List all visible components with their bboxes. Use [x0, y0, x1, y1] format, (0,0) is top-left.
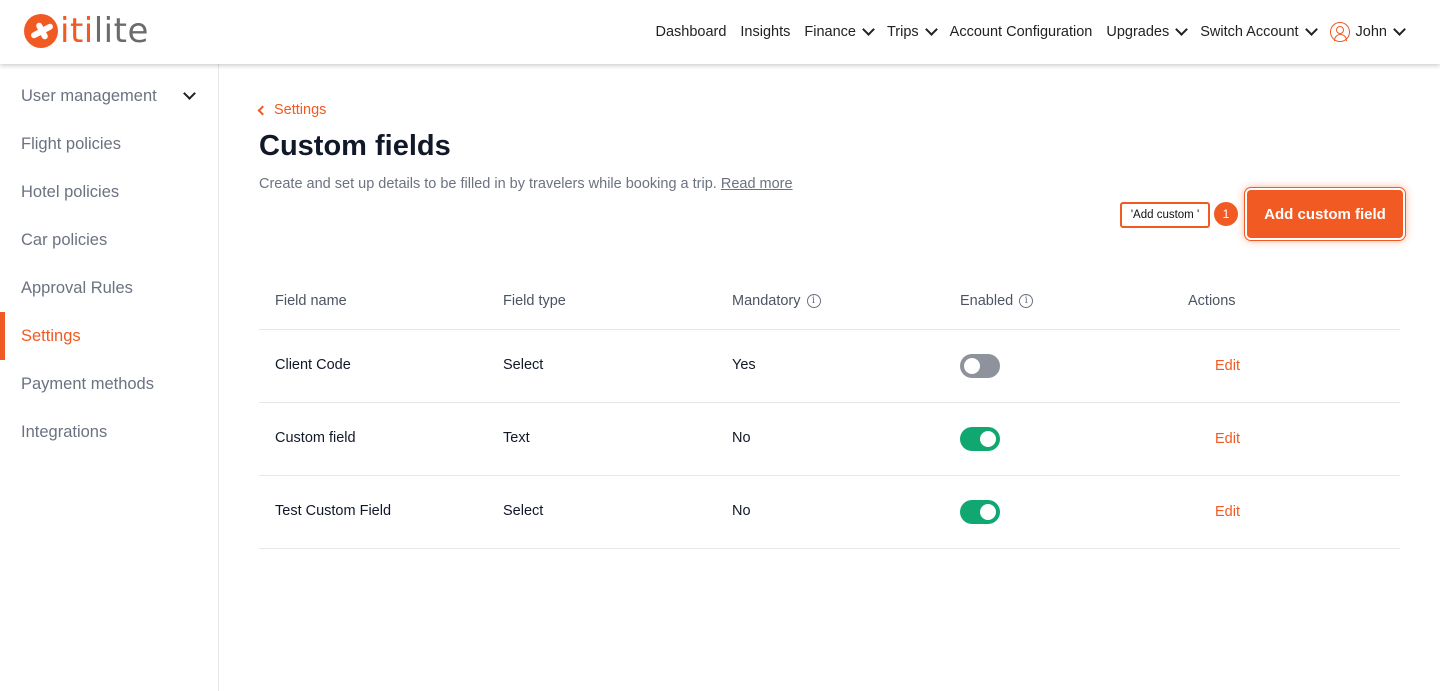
table-header: Field name Field type Mandatory i Enable…	[259, 272, 1400, 330]
plane-logo-icon	[24, 14, 58, 48]
nav-dashboard[interactable]: Dashboard	[655, 24, 726, 40]
nav-upgrades[interactable]: Upgrades	[1106, 23, 1189, 40]
sidebar-item-car-policies[interactable]: Car policies	[0, 216, 218, 264]
sidebar-item-label: Settings	[21, 326, 81, 345]
sidebar-item-payment-methods[interactable]: Payment methods	[0, 360, 218, 408]
sidebar-item-flight-policies[interactable]: Flight policies	[0, 120, 218, 168]
toggle-knob	[964, 358, 980, 374]
header-field-name: Field name	[275, 293, 347, 309]
cell-field-type: Select	[503, 357, 544, 373]
table-row: Test Custom Field Select No Edit	[259, 476, 1400, 549]
chevron-down-icon	[862, 23, 875, 36]
main-nav: Dashboard Insights Finance Trips Account…	[655, 0, 1406, 64]
sidebar-item-label: Car policies	[21, 230, 108, 249]
nav-finance-label: Finance	[804, 24, 856, 40]
header-field-type: Field type	[503, 293, 566, 309]
page-subtitle: Create and set up details to be filled i…	[259, 176, 793, 192]
back-to-settings-link[interactable]: Settings	[257, 102, 327, 118]
sidebar-item-integrations[interactable]: Integrations	[0, 408, 218, 456]
sidebar-item-label: Flight policies	[21, 134, 121, 153]
enabled-toggle[interactable]	[960, 354, 1000, 378]
table-row: Client Code Select Yes Edit	[259, 330, 1400, 403]
annotation-tooltip: 'Add custom '	[1120, 202, 1210, 228]
top-navbar: itilite Dashboard Insights Finance Trips…	[0, 0, 1440, 64]
add-custom-field-button[interactable]: Add custom field	[1247, 190, 1403, 238]
nav-trips[interactable]: Trips	[886, 23, 938, 40]
read-more-link[interactable]: Read more	[721, 176, 793, 192]
nav-account-configuration[interactable]: Account Configuration	[950, 24, 1093, 40]
cell-field-type: Select	[503, 503, 544, 519]
nav-finance[interactable]: Finance	[804, 23, 875, 40]
sidebar-item-user-management[interactable]: User management	[0, 72, 218, 120]
back-label: Settings	[274, 102, 327, 118]
custom-fields-table: Field name Field type Mandatory i Enable…	[259, 272, 1400, 549]
edit-link[interactable]: Edit	[1215, 504, 1240, 520]
cell-mandatory: No	[732, 503, 751, 519]
page-title: Custom fields	[259, 130, 451, 162]
sidebar-item-label: Hotel policies	[21, 182, 120, 201]
logo-suffix: lite	[93, 11, 149, 51]
cell-field-type: Text	[503, 430, 530, 446]
header-label: Mandatory	[732, 293, 801, 309]
enabled-toggle[interactable]	[960, 500, 1000, 524]
subtitle-text: Create and set up details to be filled i…	[259, 176, 717, 192]
nav-trips-label: Trips	[886, 24, 919, 40]
logo-text: itilite	[60, 11, 149, 51]
chevron-down-icon	[924, 23, 938, 36]
nav-upgrades-label: Upgrades	[1106, 24, 1170, 40]
cell-field-name: Custom field	[275, 430, 356, 446]
table-row: Custom field Text No Edit	[259, 403, 1400, 476]
chevron-left-icon	[257, 105, 268, 116]
cell-mandatory: Yes	[732, 357, 756, 373]
sidebar-item-settings[interactable]: Settings	[0, 312, 218, 360]
cell-field-name: Client Code	[275, 357, 351, 373]
sidebar-item-hotel-policies[interactable]: Hotel policies	[0, 168, 218, 216]
toggle-knob	[980, 504, 996, 520]
header-mandatory: Mandatory i	[732, 293, 821, 309]
sidebar-item-label: User management	[21, 86, 157, 105]
header-label: Field name	[275, 293, 347, 309]
cell-mandatory: No	[732, 430, 751, 446]
nav-dashboard-label: Dashboard	[655, 24, 727, 40]
header-label: Enabled	[960, 293, 1014, 309]
nav-account-configuration-label: Account Configuration	[949, 24, 1093, 40]
edit-link[interactable]: Edit	[1215, 431, 1240, 447]
cell-field-name: Test Custom Field	[275, 503, 392, 519]
logo-prefix: iti	[60, 11, 94, 51]
nav-switch-account[interactable]: Switch Account	[1200, 23, 1318, 40]
settings-sidebar: User management Flight policies Hotel po…	[0, 64, 219, 691]
user-menu[interactable]: John	[1329, 22, 1406, 42]
nav-switch-account-label: Switch Account	[1200, 24, 1299, 40]
chevron-down-icon	[1175, 23, 1189, 36]
chevron-down-icon	[183, 87, 196, 100]
nav-insights-label: Insights	[740, 24, 791, 40]
itilite-logo[interactable]: itilite	[24, 11, 149, 51]
header-label: Field type	[503, 293, 566, 309]
edit-link[interactable]: Edit	[1215, 358, 1240, 374]
user-name: John	[1355, 24, 1387, 40]
user-circle-icon	[1329, 22, 1350, 42]
chevron-down-icon	[1393, 23, 1406, 36]
toggle-knob	[980, 431, 996, 447]
sidebar-item-approval-rules[interactable]: Approval Rules	[0, 264, 218, 312]
chevron-down-icon	[1304, 23, 1318, 36]
sidebar-item-label: Payment methods	[21, 374, 154, 393]
sidebar-item-label: Approval Rules	[21, 278, 133, 297]
enabled-toggle[interactable]	[960, 427, 1000, 451]
step-badge: 1	[1214, 202, 1238, 226]
header-actions: Actions	[1188, 293, 1236, 309]
info-icon[interactable]: i	[1019, 294, 1034, 308]
nav-insights[interactable]: Insights	[740, 24, 790, 40]
header-enabled: Enabled i	[960, 293, 1034, 309]
info-icon[interactable]: i	[806, 294, 821, 308]
sidebar-item-label: Integrations	[21, 422, 108, 441]
header-label: Actions	[1188, 293, 1236, 309]
